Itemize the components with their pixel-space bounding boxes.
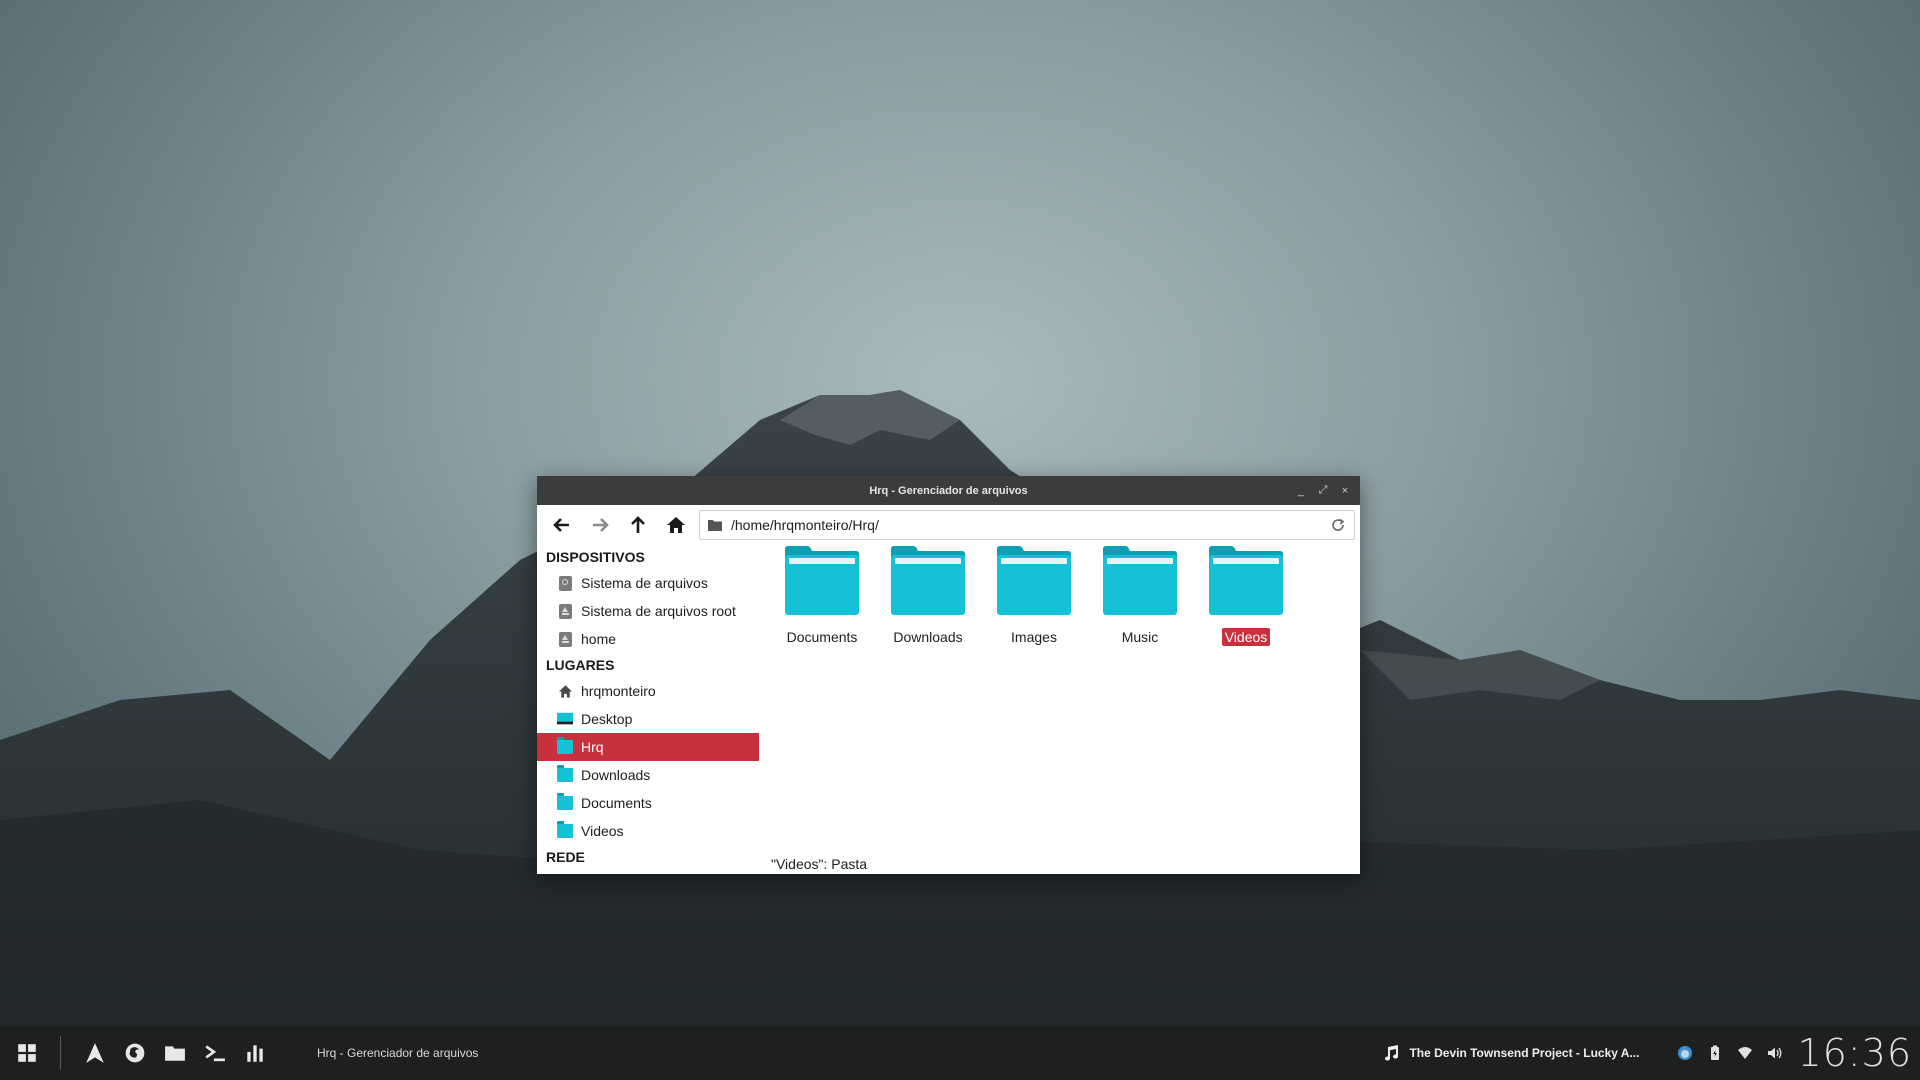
sidebar-item-label: Documents [581,795,652,811]
taskbar-window-button[interactable]: Hrq - Gerenciador de arquivos [317,1046,478,1060]
file-name: Images [1011,629,1057,645]
sidebar-item-label: Videos [581,823,624,839]
sidebar: DISPOSITIVOS Sistema de arquivos Sistema… [537,545,763,874]
home-button[interactable] [657,507,695,543]
monitor-launcher[interactable] [235,1026,275,1080]
status-bar: "Videos": Pasta [771,856,868,872]
grid-icon [18,1044,36,1062]
arch-logo-icon [86,1043,104,1063]
media-player-widget[interactable]: The Devin Townsend Project - Lucky A... [1382,1044,1639,1062]
file-item-downloads[interactable]: Downloads [875,545,981,646]
battery-icon[interactable] [1707,1045,1723,1061]
places-heading: LUGARES [546,657,615,673]
file-item-documents[interactable]: Documents [769,545,875,646]
file-name: Videos [1221,628,1271,646]
music-note-icon [1385,1045,1399,1061]
folder-icon [1209,546,1283,615]
file-name: Downloads [893,629,963,645]
folder-icon [557,821,573,838]
home-icon [558,684,572,698]
folder-icon [997,546,1071,615]
arrow-up-icon [631,516,645,533]
minimize-button[interactable]: _ [1296,485,1306,497]
clock[interactable]: 16:36 [1797,1031,1912,1075]
folder-icon [785,546,859,615]
devices-heading: DISPOSITIVOS [546,549,645,565]
sidebar-item-label: Hrq [581,739,604,755]
file-manager-window: Hrq - Gerenciador de arquivos _ ⤢ × DISP… [537,476,1360,874]
sidebar-item-hrqmonteiro[interactable]: hrqmonteiro [537,677,763,705]
folder-icon [557,737,573,754]
folder-icon [557,793,573,810]
toolbar [537,505,1360,545]
file-item-music[interactable]: Music [1087,545,1193,646]
arrow-left-icon [553,518,569,532]
arch-launcher[interactable] [75,1026,115,1080]
arrow-right-icon [593,518,609,532]
reload-icon[interactable] [1330,517,1346,533]
back-button[interactable] [543,507,581,543]
sidebar-item-label: home [581,631,617,647]
path-input[interactable] [729,516,1330,534]
sidebar-item-label: Sistema de arquivos root [581,603,736,619]
wifi-icon[interactable] [1737,1045,1753,1061]
volume-icon[interactable] [1767,1045,1783,1061]
folder-icon [1103,546,1177,615]
sidebar-item-home-device[interactable]: home [537,625,763,653]
drive-icon [558,575,572,591]
system-tray [1677,1045,1783,1061]
file-item-videos[interactable]: Videos [1193,545,1299,646]
maximize-button[interactable]: ⤢ [1318,484,1328,497]
terminal-launcher[interactable] [195,1026,235,1080]
window-titlebar[interactable]: Hrq - Gerenciador de arquivos _ ⤢ × [537,476,1360,505]
sidebar-item-root-filesystem[interactable]: Sistema de arquivos root [537,597,763,625]
eject-icon [558,631,572,647]
close-button[interactable]: × [1340,485,1350,497]
sidebar-item-label: Sistema de arquivos [581,575,708,591]
files-launcher[interactable] [155,1026,195,1080]
folder-icon [891,546,965,615]
window-title: Hrq - Gerenciador de arquivos [869,484,1028,497]
app-menu-button[interactable] [0,1026,54,1080]
folder-icon [557,765,573,782]
sidebar-item-desktop[interactable]: Desktop [537,705,763,733]
eject-icon [558,603,572,619]
sidebar-item-hrq[interactable]: Hrq [537,733,759,761]
bar-chart-icon [247,1045,263,1062]
desktop-icon [557,712,573,725]
sidebar-item-label: Downloads [581,767,651,783]
sidebar-item-videos[interactable]: Videos [537,817,763,845]
home-icon [667,517,685,533]
terminal-icon [205,1045,225,1062]
browser-launcher[interactable] [115,1026,155,1080]
now-playing-text: The Devin Townsend Project - Lucky A... [1409,1046,1640,1060]
sidebar-item-documents[interactable]: Documents [537,789,763,817]
file-name: Documents [786,629,858,645]
taskbar-divider [60,1036,61,1070]
weather-icon[interactable] [1677,1045,1693,1061]
sidebar-item-label: hrqmonteiro [581,683,656,699]
sidebar-item-downloads[interactable]: Downloads [537,761,763,789]
network-heading: REDE [546,849,585,865]
forward-button[interactable] [581,507,619,543]
folder-icon [708,520,722,531]
sidebar-item-label: Desktop [581,711,633,727]
firefox-icon [125,1043,145,1063]
up-button[interactable] [619,507,657,543]
file-name: Music [1121,629,1159,645]
sidebar-item-filesystem[interactable]: Sistema de arquivos [537,569,763,597]
location-bar[interactable] [699,510,1355,540]
folder-icon [165,1046,185,1061]
file-item-images[interactable]: Images [981,545,1087,646]
taskbar: Hrq - Gerenciador de arquivos The Devin … [0,1026,1920,1080]
file-view: Documents Downloads Images Music Videos [763,545,1360,874]
